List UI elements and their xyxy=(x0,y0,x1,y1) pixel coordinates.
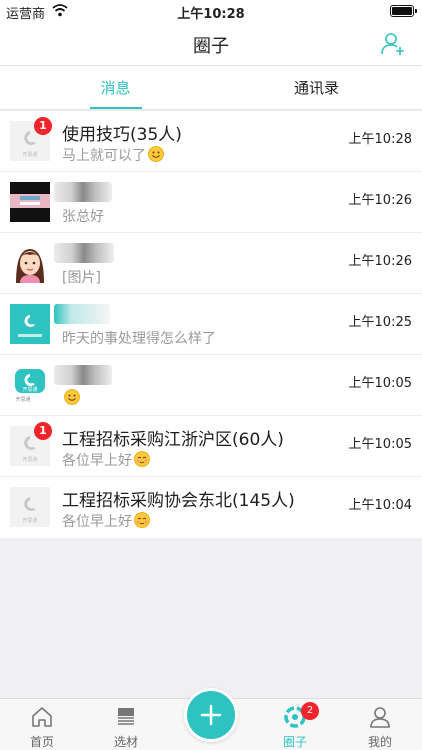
status-time: 上午10:28 xyxy=(177,7,245,22)
avatar-label: 开思通 xyxy=(22,456,37,463)
tab-active-indicator xyxy=(90,107,142,109)
avatar-label: 开思通 xyxy=(22,386,37,393)
battery-icon xyxy=(390,5,417,17)
plus-icon xyxy=(200,704,222,726)
contact-name-redacted xyxy=(54,365,112,385)
contact-avatar xyxy=(10,304,50,344)
add-friend-icon[interactable] xyxy=(380,31,406,57)
shy-emoji-icon xyxy=(134,451,150,467)
contact-name-redacted xyxy=(54,243,114,263)
nav-bar: 圈子 xyxy=(0,22,422,66)
contact-avatar xyxy=(10,182,50,222)
unread-badge: 1 xyxy=(34,422,52,440)
kaisitong-logo-icon: 开思通 xyxy=(10,487,50,527)
kaisitong-logo-icon: 开思通 开思通 xyxy=(10,365,50,405)
conversation-row[interactable]: 开思通 开思通 上午10:05 xyxy=(0,355,422,416)
conversation-row[interactable]: 昨天的事处理得怎么样了 上午10:25 xyxy=(0,294,422,355)
smile-emoji-icon xyxy=(64,389,80,405)
segment-tabs: 消息 通讯录 xyxy=(0,66,422,110)
tab-materials[interactable]: 选材 xyxy=(84,699,168,750)
smile-emoji-icon xyxy=(148,146,164,162)
avatar-caption: 开思通 xyxy=(15,396,30,403)
tab-home[interactable]: 首页 xyxy=(0,699,84,750)
conversation-preview: 昨天的事处理得怎么样了 xyxy=(62,331,216,347)
tab-circle-label: 圈子 xyxy=(282,735,307,749)
materials-icon xyxy=(118,708,134,725)
tab-contacts[interactable]: 通讯录 xyxy=(211,66,422,110)
shy-emoji-icon xyxy=(134,512,150,528)
tab-materials-label: 选材 xyxy=(113,735,138,749)
conversation-time: 上午10:05 xyxy=(348,437,412,452)
conversation-list: 开思通 1 使用技巧(35人) 马上就可以了 上午10:28 张总好 上午10:… xyxy=(0,111,422,538)
avatar-label: 开思通 xyxy=(22,517,37,524)
page-title: 圈子 xyxy=(193,36,229,57)
conversation-time: 上午10:05 xyxy=(348,376,412,391)
conversation-row[interactable]: [图片] 上午10:26 xyxy=(0,233,422,294)
status-bar: 运营商 上午10:28 xyxy=(0,0,422,22)
conversation-time: 上午10:25 xyxy=(348,315,412,330)
tab-home-label: 首页 xyxy=(29,735,54,749)
unread-badge: 1 xyxy=(34,117,52,135)
group-avatar: 开思通 xyxy=(10,487,50,527)
tab-profile-label: 我的 xyxy=(367,735,392,749)
conversation-time: 上午10:04 xyxy=(348,498,412,513)
contact-name-redacted xyxy=(54,182,112,202)
conversation-preview: 张总好 xyxy=(62,209,104,225)
conversation-preview: 各位早上好 xyxy=(62,511,150,531)
contact-avatar xyxy=(10,243,50,283)
conversation-time: 上午10:28 xyxy=(348,132,412,147)
conversation-row[interactable]: 开思通 1 使用技巧(35人) 马上就可以了 上午10:28 xyxy=(0,111,422,172)
conversation-preview: 马上就可以了 xyxy=(62,145,164,165)
kaisitong-logo-icon xyxy=(10,304,50,344)
conversation-preview: [图片] xyxy=(62,270,101,286)
conversation-preview xyxy=(62,389,80,407)
tab-messages[interactable]: 消息 xyxy=(10,66,221,110)
create-button[interactable] xyxy=(184,688,238,742)
photo-avatar-icon xyxy=(10,182,50,222)
conversation-title: 使用技巧(35人) xyxy=(62,125,182,145)
home-icon xyxy=(32,707,52,727)
tab-circle[interactable]: 2 圈子 xyxy=(253,699,337,750)
conversation-row[interactable]: 开思通 工程招标采购协会东北(145人) 各位早上好 上午10:04 xyxy=(0,477,422,538)
conversation-time: 上午10:26 xyxy=(348,254,412,269)
tab-profile[interactable]: 我的 xyxy=(338,699,422,750)
contact-avatar: 开思通 开思通 xyxy=(10,365,50,405)
tab-badge: 2 xyxy=(301,702,319,720)
conversation-time: 上午10:26 xyxy=(348,193,412,208)
profile-icon xyxy=(370,707,390,728)
avatar-label: 开思通 xyxy=(22,151,37,158)
conversation-title: 工程招标采购协会东北(145人) xyxy=(62,491,295,511)
contact-name-redacted xyxy=(54,304,110,324)
conversation-row[interactable]: 张总好 上午10:26 xyxy=(0,172,422,233)
conversation-preview: 各位早上好 xyxy=(62,450,150,470)
girl-avatar-icon xyxy=(10,243,50,283)
conversation-title: 工程招标采购江浙沪区(60人) xyxy=(62,430,284,450)
conversation-row[interactable]: 开思通 1 工程招标采购江浙沪区(60人) 各位早上好 上午10:05 xyxy=(0,416,422,477)
